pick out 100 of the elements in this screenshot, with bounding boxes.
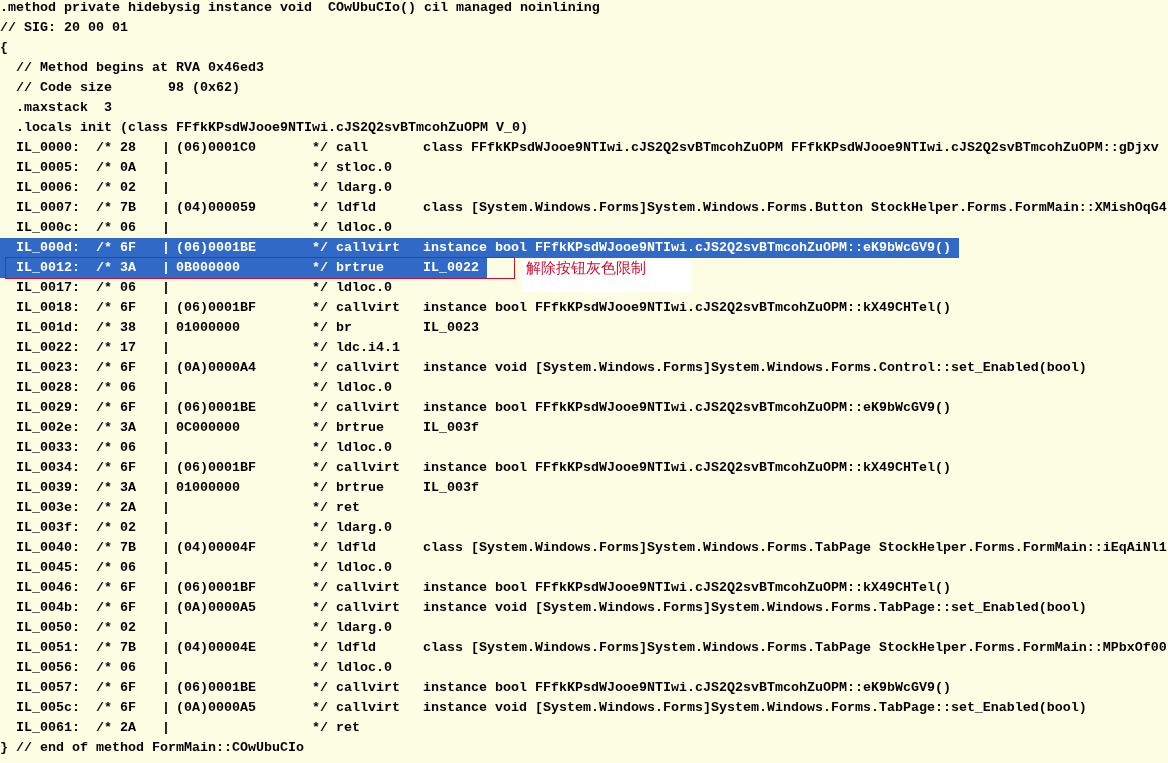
- column-separator: |: [162, 679, 171, 697]
- operand: instance bool FFfkKPsdWJooe9NTIwi.cJS2Q2svBTmcohZuOPM::eK9bWcGV9(): [423, 679, 951, 697]
- comment-close: */: [312, 559, 329, 577]
- comment-close: */: [312, 539, 329, 557]
- opcode-bytes: /* 6F: [96, 399, 137, 417]
- code-line: // SIG: 20 00 01: [0, 19, 128, 37]
- instruction-offset: IL_0006:: [16, 179, 81, 197]
- opcode-bytes: /* 06: [96, 379, 137, 397]
- operand: IL_003f: [423, 479, 479, 497]
- column-separator: |: [162, 299, 171, 317]
- opcode: callvirt: [336, 679, 401, 697]
- operand: instance bool FFfkKPsdWJooe9NTIwi.cJS2Q2svBTmcohZuOPM::kX49CHTel(): [423, 459, 951, 477]
- metadata-token: (04)00004F: [176, 539, 257, 557]
- metadata-token: (06)0001BF: [176, 459, 257, 477]
- opcode-bytes: /* 6F: [96, 579, 137, 597]
- instruction-offset: IL_0022:: [16, 339, 81, 357]
- metadata-token: (06)0001BE: [176, 239, 257, 257]
- opcode-bytes: /* 6F: [96, 239, 137, 257]
- opcode: ldfld: [336, 539, 377, 557]
- opcode: ldfld: [336, 199, 377, 217]
- column-separator: |: [162, 419, 171, 437]
- instruction-offset: IL_002e:: [16, 419, 81, 437]
- column-separator: |: [162, 519, 171, 537]
- operand: class [System.Windows.Forms]System.Windows.Forms.Button StockHelper.Forms.FormMain::XMishOqG4: [423, 199, 1167, 217]
- column-separator: |: [162, 199, 171, 217]
- opcode-bytes: /* 38: [96, 319, 137, 337]
- operand: instance bool FFfkKPsdWJooe9NTIwi.cJS2Q2svBTmcohZuOPM::kX49CHTel(): [423, 579, 951, 597]
- comment-close: */: [312, 679, 329, 697]
- opcode-bytes: /* 7B: [96, 539, 137, 557]
- metadata-token: (04)000059: [176, 199, 257, 217]
- opcode-bytes: /* 02: [96, 179, 137, 197]
- operand: instance bool FFfkKPsdWJooe9NTIwi.cJS2Q2svBTmcohZuOPM::eK9bWcGV9(): [423, 239, 951, 257]
- opcode: ldloc.0: [336, 279, 393, 297]
- instruction-offset: IL_0034:: [16, 459, 81, 477]
- opcode-bytes: /* 06: [96, 659, 137, 677]
- column-separator: |: [162, 239, 171, 257]
- operand: class [System.Windows.Forms]System.Windows.Forms.TabPage StockHelper.Forms.FormMain::MPbxOf00: [423, 639, 1167, 657]
- operand: class [System.Windows.Forms]System.Windows.Forms.TabPage StockHelper.Forms.FormMain::iEqAiNl1: [423, 539, 1167, 557]
- opcode: ldloc.0: [336, 219, 393, 237]
- comment-close: */: [312, 279, 329, 297]
- opcode-bytes: /* 17: [96, 339, 137, 357]
- comment-close: */: [312, 639, 329, 657]
- operand: instance void [System.Windows.Forms]System.Windows.Forms.TabPage::set_Enabled(bool): [423, 599, 1087, 617]
- opcode-bytes: /* 3A: [96, 419, 137, 437]
- comment-close: */: [312, 219, 329, 237]
- column-separator: |: [162, 459, 171, 477]
- opcode: callvirt: [336, 399, 401, 417]
- comment-close: */: [312, 199, 329, 217]
- comment-close: */: [312, 479, 329, 497]
- instruction-offset: IL_0028:: [16, 379, 81, 397]
- operand: instance bool FFfkKPsdWJooe9NTIwi.cJS2Q2svBTmcohZuOPM::kX49CHTel(): [423, 299, 951, 317]
- comment-close: */: [312, 139, 329, 157]
- comment-close: */: [312, 159, 329, 177]
- instruction-offset: IL_004b:: [16, 599, 81, 617]
- comment-close: */: [312, 519, 329, 537]
- instruction-offset: IL_0040:: [16, 539, 81, 557]
- annotation-note: 解除按钮灰色限制: [522, 258, 692, 292]
- instruction-offset: IL_001d:: [16, 319, 81, 337]
- code-line: {: [0, 39, 8, 57]
- comment-close: */: [312, 599, 329, 617]
- opcode: brtrue: [336, 479, 385, 497]
- instruction-offset: IL_0045:: [16, 559, 81, 577]
- opcode: callvirt: [336, 299, 401, 317]
- opcode-bytes: /* 6F: [96, 679, 137, 697]
- opcode: call: [336, 139, 369, 157]
- instruction-offset: IL_003f:: [16, 519, 81, 537]
- instruction-offset: IL_0046:: [16, 579, 81, 597]
- column-separator: |: [162, 599, 171, 617]
- code-line: // Method begins at RVA 0x46ed3: [16, 59, 264, 77]
- column-separator: |: [162, 159, 171, 177]
- opcode: ldarg.0: [336, 519, 393, 537]
- opcode: brtrue: [336, 419, 385, 437]
- column-separator: |: [162, 539, 171, 557]
- instruction-offset: IL_003e:: [16, 499, 81, 517]
- opcode: callvirt: [336, 599, 401, 617]
- opcode-bytes: /* 6F: [96, 599, 137, 617]
- metadata-token: (06)0001BE: [176, 679, 257, 697]
- instruction-offset: IL_000d:: [16, 239, 81, 257]
- opcode: ldloc.0: [336, 659, 393, 677]
- comment-close: */: [312, 339, 329, 357]
- opcode: ldc.i4.1: [336, 339, 401, 357]
- opcode: brtrue: [336, 259, 385, 277]
- column-separator: |: [162, 399, 171, 417]
- opcode: stloc.0: [336, 159, 393, 177]
- opcode: ldarg.0: [336, 619, 393, 637]
- opcode-bytes: /* 6F: [96, 359, 137, 377]
- column-separator: |: [162, 279, 171, 297]
- metadata-token: (06)0001BF: [176, 299, 257, 317]
- operand: IL_0023: [423, 319, 479, 337]
- instruction-offset: IL_0051:: [16, 639, 81, 657]
- metadata-token: (0A)0000A5: [176, 699, 257, 717]
- instruction-offset: IL_0050:: [16, 619, 81, 637]
- comment-close: */: [312, 259, 329, 277]
- metadata-token: 01000000: [176, 479, 241, 497]
- opcode-bytes: /* 6F: [96, 299, 137, 317]
- opcode: callvirt: [336, 239, 401, 257]
- instruction-offset: IL_000c:: [16, 219, 81, 237]
- operand: instance bool FFfkKPsdWJooe9NTIwi.cJS2Q2svBTmcohZuOPM::eK9bWcGV9(): [423, 399, 951, 417]
- column-separator: |: [162, 339, 171, 357]
- comment-close: */: [312, 439, 329, 457]
